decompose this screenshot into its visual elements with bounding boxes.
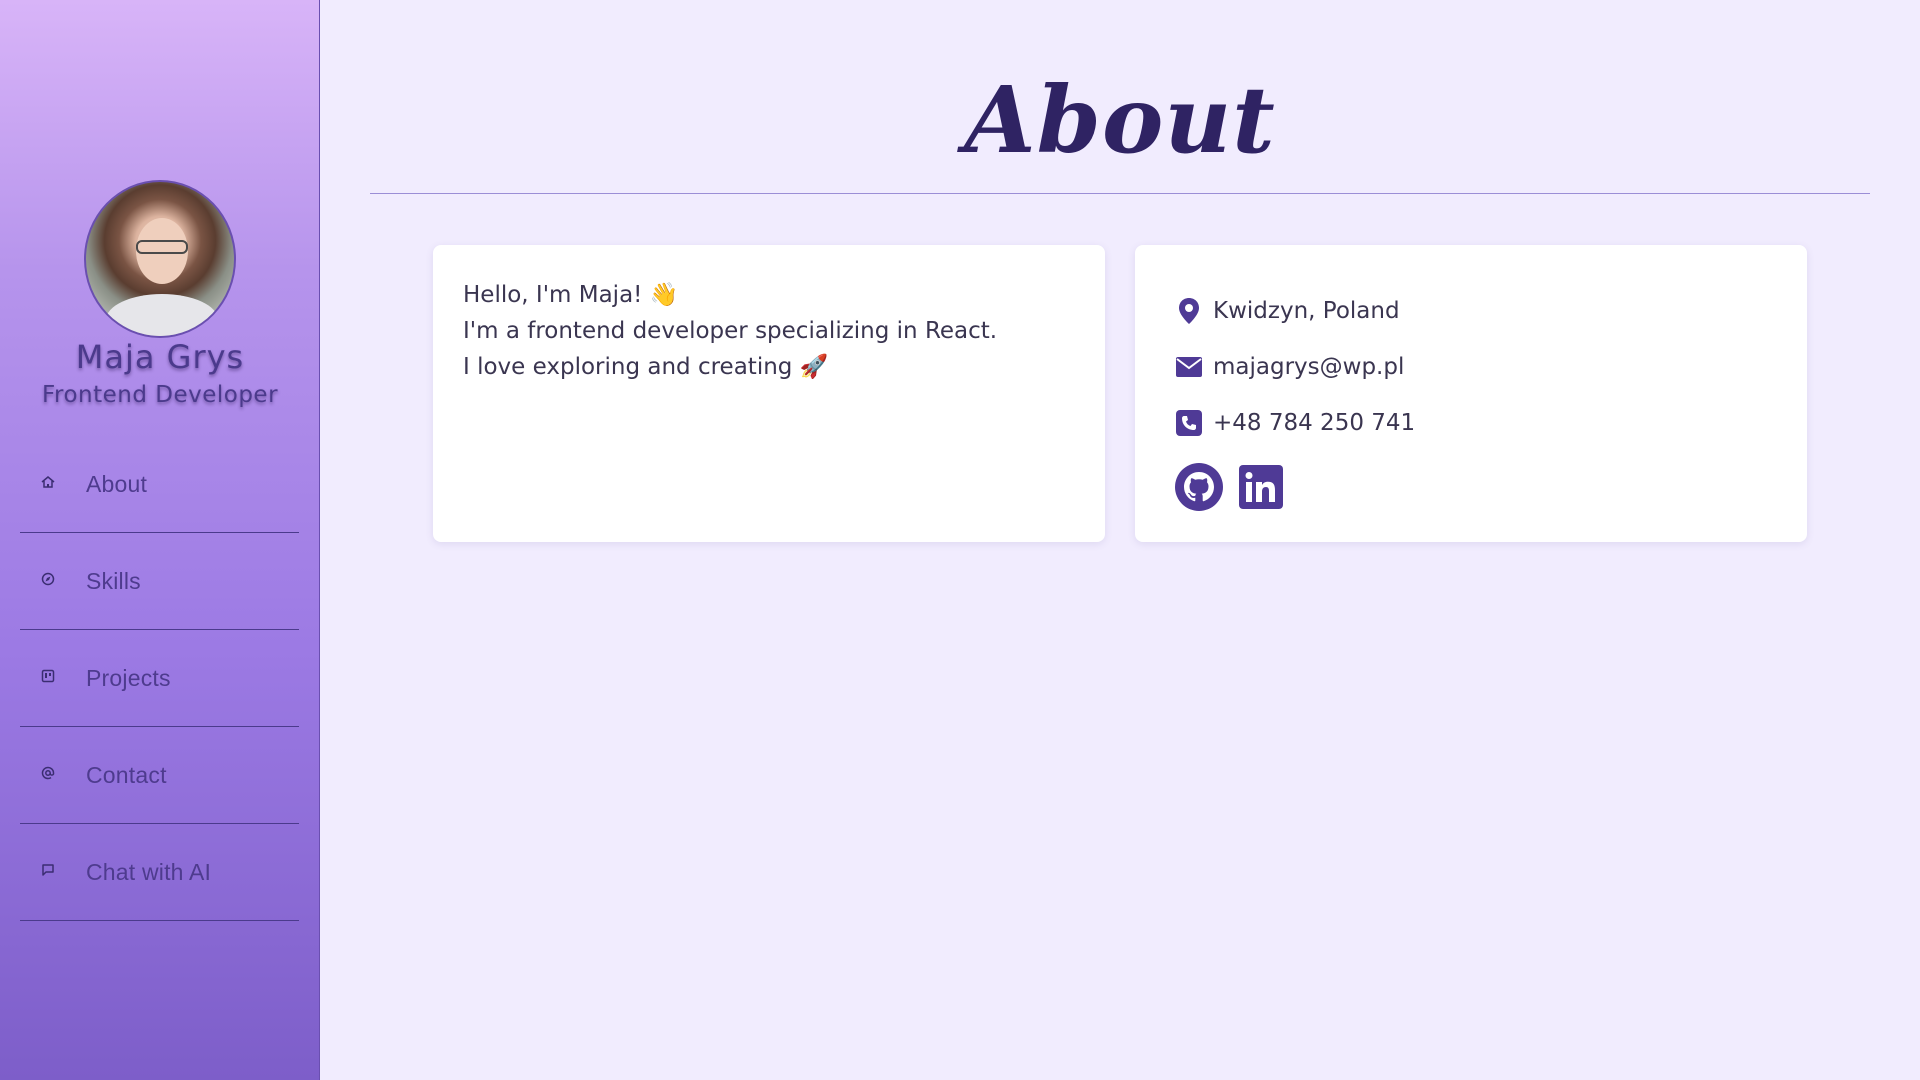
sidebar-item-contact[interactable]: Contact (20, 727, 299, 824)
intro-card: Hello, I'm Maja! 👋 I'm a frontend develo… (433, 245, 1105, 542)
social-links (1175, 463, 1767, 511)
chat-icon (34, 863, 62, 881)
intro-description: I'm a frontend developer specializing in… (463, 318, 998, 344)
title-divider (370, 193, 1870, 194)
contact-email[interactable]: majagrys@wp.pl (1175, 339, 1767, 395)
page-title: About (964, 66, 1276, 174)
sidebar-item-projects[interactable]: Projects (20, 630, 299, 727)
sidebar: Maja Grys Frontend Developer About Skill… (0, 0, 320, 1080)
sidebar-item-label: Skills (86, 567, 141, 594)
phone-text[interactable]: +48 784 250 741 (1213, 410, 1415, 436)
linkedin-icon[interactable] (1237, 463, 1285, 511)
compass-icon (34, 572, 62, 590)
sidebar-item-label: Contact (86, 761, 167, 788)
profile-role: Frontend Developer (41, 382, 279, 408)
intro-passion: I love exploring and creating 🚀 (463, 354, 829, 380)
location-pin-icon (1175, 297, 1203, 325)
phone-icon (1175, 409, 1203, 437)
envelope-icon (1175, 353, 1203, 381)
sidebar-item-about[interactable]: About (20, 436, 299, 533)
contact-phone[interactable]: +48 784 250 741 (1175, 395, 1767, 451)
home-icon (34, 475, 62, 493)
contact-card: Kwidzyn, Poland majagrys@wp.pl +48 784 2… (1135, 245, 1807, 542)
location-text: Kwidzyn, Poland (1213, 298, 1400, 324)
sidebar-item-label: About (86, 470, 148, 497)
profile-name: Maja Grys (75, 338, 245, 376)
github-icon[interactable] (1175, 463, 1223, 511)
kanban-icon (34, 669, 62, 687)
sidebar-item-label: Projects (86, 664, 171, 691)
intro-greeting: Hello, I'm Maja! 👋 (463, 282, 679, 308)
sidebar-item-chat-with-ai[interactable]: Chat with AI (20, 824, 299, 921)
avatar (84, 180, 236, 338)
at-sign-icon (34, 766, 62, 784)
contact-location: Kwidzyn, Poland (1175, 283, 1767, 339)
sidebar-item-skills[interactable]: Skills (20, 533, 299, 630)
sidebar-nav: About Skills Projects Contact Chat with … (20, 436, 299, 921)
sidebar-item-label: Chat with AI (86, 858, 212, 885)
email-text[interactable]: majagrys@wp.pl (1213, 354, 1404, 380)
